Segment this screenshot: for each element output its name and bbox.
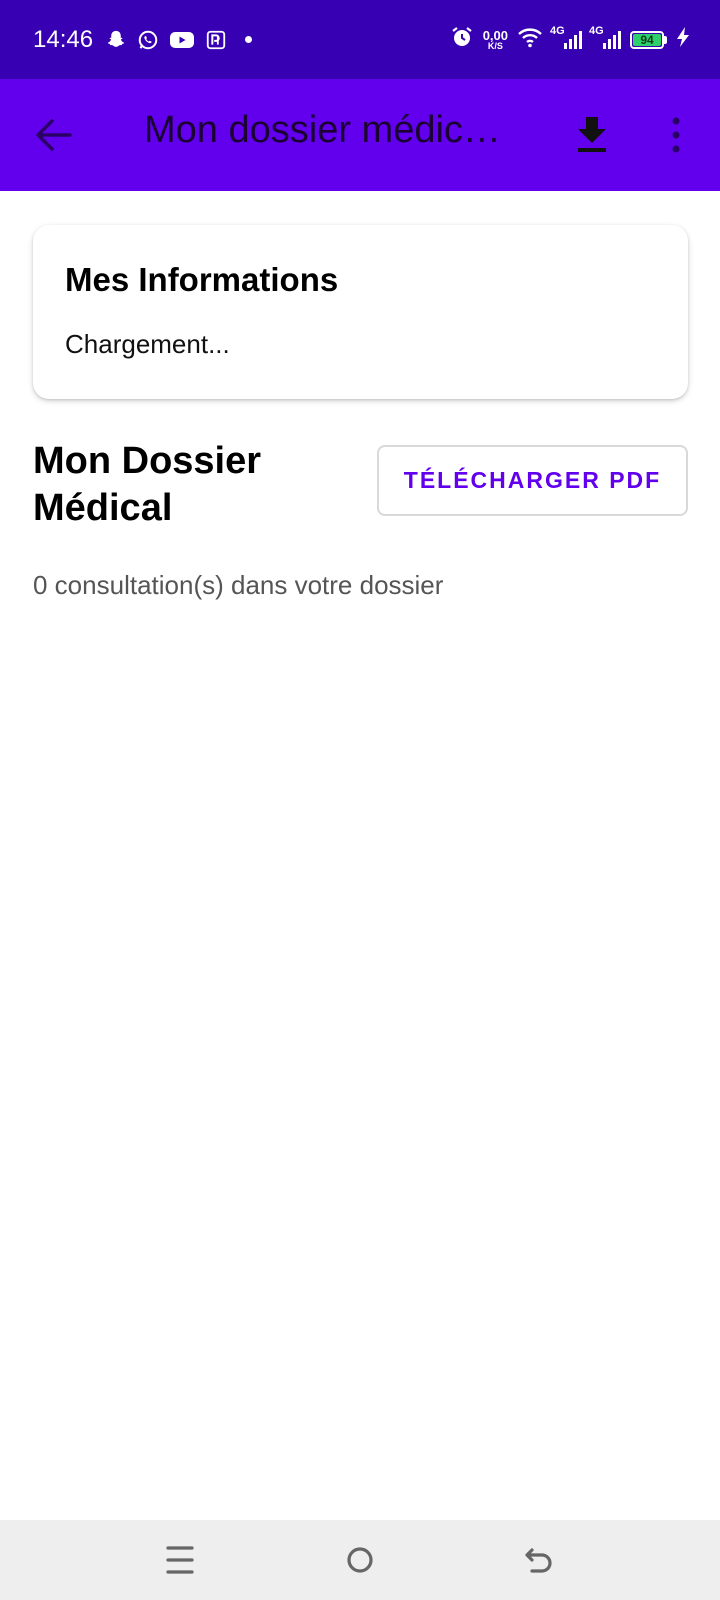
system-icons: 0,00 K/S 4G 4G 94 <box>450 25 690 54</box>
whatsapp-icon <box>137 29 159 51</box>
signal1-label: 4G <box>550 24 565 37</box>
battery-icon: 94 <box>630 30 667 49</box>
more-options-icon[interactable] <box>664 115 688 155</box>
page-title: Mon dossier médic… <box>144 109 501 151</box>
loading-text: Chargement... <box>65 329 230 359</box>
download-icon[interactable] <box>574 115 610 155</box>
dossier-title-line2: Médical <box>33 487 173 529</box>
signal-icon: 4G <box>550 25 582 51</box>
back-arrow-icon[interactable] <box>34 117 74 153</box>
signal-icon-2: 4G <box>589 25 621 51</box>
dossier-title-line1: Mon Dossier <box>33 440 262 482</box>
consultation-count: 0 consultation(s) dans votre dossier <box>33 570 444 600</box>
alarm-icon <box>450 25 474 54</box>
more-notifications-dot <box>245 36 253 43</box>
download-pdf-button[interactable]: TÉLÉCHARGER PDF <box>377 445 688 516</box>
back-icon[interactable] <box>520 1542 560 1578</box>
menu-icon[interactable] <box>160 1542 200 1578</box>
system-nav-bar <box>0 1520 720 1600</box>
info-card: Mes Informations Chargement... <box>33 225 688 399</box>
snapchat-icon <box>105 29 127 51</box>
network-speed-unit: K/S <box>487 40 503 51</box>
charging-icon <box>676 26 690 53</box>
network-speed: 0,00 K/S <box>483 29 508 51</box>
dossier-title: Mon Dossier Médical <box>33 438 353 532</box>
paypal-icon <box>205 29 227 51</box>
youtube-icon <box>169 30 195 50</box>
info-card-heading: Mes Informations <box>65 261 339 298</box>
wifi-icon <box>517 26 543 53</box>
status-bar: 14:46 0,00 K/S 4G 4G 94 <box>0 0 720 79</box>
network-speed-value: 0,00 <box>482 27 508 43</box>
home-icon[interactable] <box>340 1542 380 1578</box>
battery-level: 94 <box>633 33 661 47</box>
notification-icons <box>105 29 253 51</box>
status-time: 14:46 <box>33 25 94 53</box>
signal2-label: 4G <box>589 24 604 37</box>
app-bar: Mon dossier médic… <box>0 79 720 191</box>
